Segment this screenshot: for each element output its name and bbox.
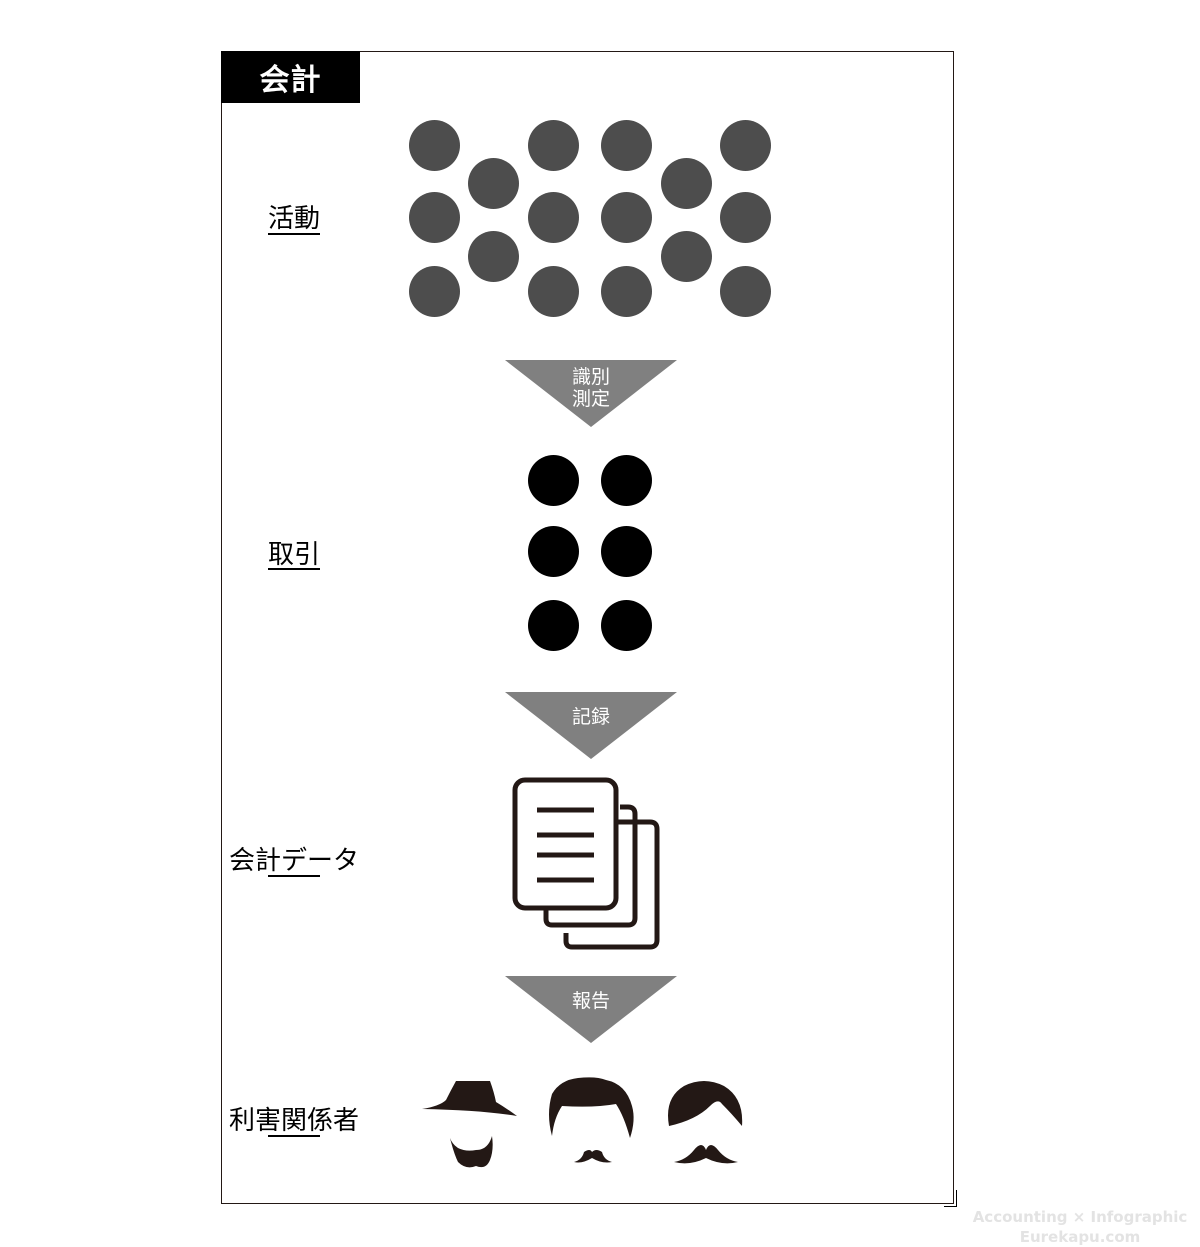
activity-dot [409, 192, 460, 243]
frame-corner-mark [944, 1190, 957, 1207]
activity-dot [528, 266, 579, 317]
arrow-report: 報告 [505, 976, 677, 1043]
stage-underline [268, 1135, 320, 1137]
stage-underline [268, 875, 320, 877]
activity-dot [720, 192, 771, 243]
activity-dot [661, 158, 712, 209]
arrow-label-line1: 識別 [571, 366, 610, 388]
transaction-dot [528, 600, 579, 651]
transaction-dot [601, 600, 652, 651]
activity-dot [409, 120, 460, 171]
activity-dot [661, 231, 712, 282]
activity-dot [528, 120, 579, 171]
stage-label-accounting-data: 会計データ [228, 846, 359, 876]
activity-dot [720, 266, 771, 317]
transaction-dot [528, 526, 579, 577]
bowl-hair-mustache-person-icon [668, 1081, 743, 1164]
activity-dot [409, 266, 460, 317]
activity-dot [468, 158, 519, 209]
arrow-identify-measure: 識別 測定 [505, 360, 677, 427]
watermark: Accounting × Infographic Eurekapu.com [940, 1207, 1200, 1247]
watermark-line2: Eurekapu.com [1019, 1228, 1141, 1246]
arrow-record: 記録 [505, 692, 677, 759]
arrow-label-line2: 測定 [571, 388, 610, 410]
transaction-dot [601, 526, 652, 577]
watermark-line1: Accounting × Infographic [972, 1208, 1188, 1226]
hair-mustache-person-icon [549, 1077, 634, 1163]
activity-dot [601, 266, 652, 317]
stage-label-activity: 活動 [267, 204, 320, 234]
transaction-dot [528, 455, 579, 506]
stage-label-stakeholders: 利害関係者 [228, 1106, 359, 1136]
stage-underline [268, 233, 320, 235]
activity-dot [720, 120, 771, 171]
hat-beard-person-icon [422, 1081, 517, 1168]
arrow-label-line1: 報告 [571, 990, 610, 1012]
documents-icon [512, 777, 660, 950]
activity-dot [601, 192, 652, 243]
diagram-title: 会計 [221, 51, 360, 103]
stage-label-transaction: 取引 [267, 540, 320, 570]
activity-dot [528, 192, 579, 243]
arrow-label-line1: 記録 [571, 706, 610, 728]
stage-underline [268, 568, 320, 570]
activity-dot [601, 120, 652, 171]
activity-dot [468, 231, 519, 282]
transaction-dot [601, 455, 652, 506]
